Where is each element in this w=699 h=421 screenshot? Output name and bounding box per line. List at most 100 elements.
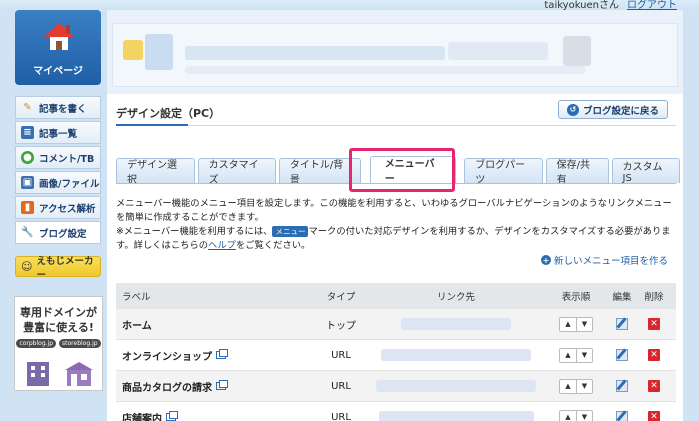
row-label: ホーム [122,320,152,332]
move-down-button[interactable]: ▼ [576,410,592,421]
store-icon [65,362,93,386]
comment-icon: ● [21,151,34,164]
header-label: ラベル [122,292,151,303]
header-delete: 削除 [644,292,664,303]
table-row: オンラインショップ URL ▲ ▼ ✕ [116,340,676,371]
emoji-maker-button[interactable]: ☺ えもじメーカー [15,256,101,281]
table-header: ラベル タイプ リンク先 表示順 編集 削除 [116,283,676,309]
back-button-label: ブログ設定に戻る [582,105,659,117]
move-down-button[interactable]: ▼ [576,317,592,331]
sidebar-nav: ✎ 記事を書く ≡ 記事一覧 ● コメント/TB ▣ 画像/ファイル ▮ アクセ… [15,96,101,246]
move-up-button[interactable]: ▲ [560,380,576,393]
emoji-maker-label: えもじメーカー [36,255,94,281]
back-to-blog-settings-button[interactable]: ↺ ブログ設定に戻る [557,100,668,119]
row-label: 店舗案内 [116,410,316,421]
row-label: オンラインショップ [116,348,316,363]
office-building-icon [27,362,49,386]
sidebar-item-analytics[interactable]: ▮ アクセス解析 [15,196,101,219]
row-type: URL [331,380,351,392]
edit-icon[interactable] [616,318,628,330]
external-link-icon [216,349,228,359]
description-note: ※メニューバー機能を利用するには、 メニュー マークの付いた対応デザインを利用するか… [116,226,671,251]
tab-custom-js[interactable]: カスタムJS [611,158,681,184]
menu-items-table: ラベル タイプ リンク先 表示順 編集 削除 ホーム トップ ▲ ▼ ✕ オンライ… [116,283,676,421]
blurred-blog-header [112,23,678,87]
row-type: URL [331,349,351,361]
smiley-icon: ☺ [21,260,33,273]
sidebar-item-comments[interactable]: ● コメント/TB [15,146,101,169]
order-buttons: ▲ ▼ [559,409,593,421]
domain-pill-storeblog: storeblog.jp [59,339,101,348]
edit-icon[interactable] [616,349,628,361]
domain-ad-banner[interactable]: 専用ドメインが 豊富に使える! corpblog.jp storeblog.jp [14,296,103,391]
order-buttons: ▲ ▼ [559,378,593,394]
delete-icon[interactable]: ✕ [648,411,660,421]
plus-icon: + [540,255,551,265]
menu-bar-description: メニューバー機能のメニュー項目を設定します。この機能を利用すると、いわゆるグロー… [116,197,676,253]
sidebar-item-label: 記事一覧 [39,128,78,140]
order-buttons: ▲ ▼ [559,347,593,363]
table-row: ホーム トップ ▲ ▼ ✕ [116,309,676,340]
sidebar-item-label: コメント/TB [39,153,95,165]
blog-header-banner [107,10,683,94]
wrench-icon: 🔧 [21,227,34,238]
delete-icon[interactable]: ✕ [648,380,660,392]
header-type: タイプ [326,292,356,303]
mypage-button[interactable]: マイページ [15,10,101,85]
row-link-blurred [366,371,546,401]
external-link-icon [166,411,178,421]
mypage-label: マイページ [33,66,83,77]
sidebar-item-articles[interactable]: ≡ 記事一覧 [15,121,101,144]
sidebar-item-label: 記事を書く [39,103,87,115]
sidebar-item-label: 画像/ファイル [39,178,100,190]
row-link-blurred [366,309,546,339]
move-down-button[interactable]: ▼ [576,348,592,362]
tab-save-share[interactable]: 保存/共有 [545,158,609,186]
header-edit: 編集 [612,292,632,303]
back-arrow-icon: ↺ [566,103,579,116]
table-row: 店舗案内 URL ▲ ▼ ✕ [116,402,676,421]
tab-highlight-annotation [349,148,455,192]
table-row: 商品カタログの請求 URL ▲ ▼ ✕ [116,371,676,402]
external-link-icon [216,380,228,390]
sidebar-item-label: ブログ設定 [39,228,87,240]
tab-blog-parts[interactable]: ブログパーツ [464,158,543,186]
description-paragraph: メニューバー機能のメニュー項目を設定します。この機能を利用すると、いわゆるグロー… [116,198,672,223]
move-down-button[interactable]: ▼ [576,379,592,393]
row-label: 商品カタログの請求 [116,379,316,394]
add-menu-item-link[interactable]: + 新しいメニュー項目を作る [540,253,668,267]
list-icon: ≡ [21,126,34,139]
image-icon: ▣ [21,176,34,189]
header-link: リンク先 [436,292,475,303]
row-link-blurred [366,340,546,370]
help-link[interactable]: ヘルプ [208,240,236,251]
row-type: トップ [326,320,356,332]
order-buttons: ▲ ▼ [559,316,593,332]
title-underline [116,124,676,126]
menu-badge: メニュー [272,226,309,237]
tab-design-select[interactable]: デザイン選択 [116,158,195,186]
sidebar-item-write[interactable]: ✎ 記事を書く [15,96,101,119]
main-panel: デザイン設定（PC） ↺ ブログ設定に戻る デザイン選択 カスタマイズ タイトル… [107,10,683,421]
edit-icon[interactable] [616,380,628,392]
domain-ad-line1: 専用ドメインが [20,306,97,319]
move-up-button[interactable]: ▲ [560,349,576,362]
chart-icon: ▮ [21,201,34,214]
delete-icon[interactable]: ✕ [648,318,660,330]
edit-icon[interactable] [616,411,628,421]
sidebar-item-images[interactable]: ▣ 画像/ファイル [15,171,101,194]
domain-ad-line2: 豊富に使える! [23,321,94,334]
move-up-button[interactable]: ▲ [560,318,576,331]
add-menu-item-label: 新しいメニュー項目を作る [553,256,668,267]
domain-pill-corpblog: corpblog.jp [16,339,57,348]
sidebar-item-blog-settings[interactable]: 🔧 ブログ設定 [15,221,101,244]
header-order: 表示順 [561,292,591,303]
row-link-blurred [366,402,546,421]
row-type: URL [331,411,351,421]
tab-customize[interactable]: カスタマイズ [197,158,276,186]
move-up-button[interactable]: ▲ [560,411,576,421]
page-title: デザイン設定（PC） [116,107,221,120]
delete-icon[interactable]: ✕ [648,349,660,361]
sidebar-item-label: アクセス解析 [39,203,96,215]
house-icon [44,23,74,50]
